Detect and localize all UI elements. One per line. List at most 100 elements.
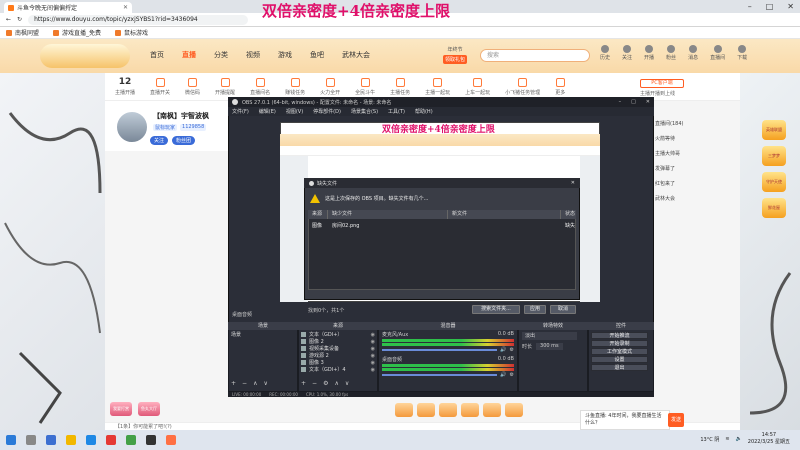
obs-close-button[interactable]: ✕ xyxy=(646,99,650,105)
tab-close-icon[interactable]: ✕ xyxy=(123,4,128,11)
toolbar-item[interactable]: 小飞猪任务管理 xyxy=(505,77,540,96)
badge[interactable]: 英雄联盟 xyxy=(762,120,786,140)
gift-icon[interactable] xyxy=(417,403,435,417)
message-icon[interactable]: 消息 xyxy=(688,45,698,61)
weather[interactable]: 13°C 阴 xyxy=(700,436,719,443)
explorer-icon[interactable] xyxy=(66,435,76,445)
nav-home[interactable]: 首页 xyxy=(150,50,164,60)
move-up-icon[interactable]: ∧ xyxy=(253,380,257,387)
move-down-icon[interactable]: ∨ xyxy=(263,380,267,387)
obs-maximize-button[interactable]: □ xyxy=(631,99,636,105)
start-stream-button[interactable]: 开始推流 xyxy=(591,332,648,339)
toolbar-item[interactable]: 更多 xyxy=(555,77,565,96)
source-item[interactable]: 文本（GDI+）4 ◉ xyxy=(301,366,375,373)
move-up-icon[interactable]: ∧ xyxy=(334,380,338,387)
nav-wulin[interactable]: 武林大会 xyxy=(342,50,370,60)
phone-link[interactable]: 主播开播到上线 xyxy=(640,90,675,97)
nav-game[interactable]: 游戏 xyxy=(278,50,292,60)
start-icon[interactable] xyxy=(6,435,16,445)
bookmark-item[interactable]: 鼠标游戏 xyxy=(115,28,148,37)
fishball-button[interactable]: 鱼丸大厅 xyxy=(138,402,160,416)
duration-input[interactable]: 300 ms xyxy=(536,343,563,350)
add-scene-icon[interactable]: + xyxy=(231,380,236,387)
cancel-button[interactable]: 取消 xyxy=(550,305,576,314)
add-source-icon[interactable]: + xyxy=(301,380,306,387)
app-icon[interactable] xyxy=(106,435,116,445)
bookmark-item[interactable]: 游戏直播_免费 xyxy=(53,28,101,37)
obs-taskbar-icon[interactable] xyxy=(146,435,156,445)
toolbar-item[interactable]: 赚钱任务 xyxy=(285,77,305,96)
douyu-taskbar-icon[interactable] xyxy=(166,435,176,445)
dialog-close-icon[interactable]: ✕ xyxy=(571,180,575,186)
gear-icon[interactable]: ⚙ xyxy=(510,372,514,378)
app-icon[interactable] xyxy=(126,435,136,445)
toolbar-item[interactable]: 主播任务 xyxy=(390,77,410,96)
history-icon[interactable]: 历史 xyxy=(600,45,610,61)
search-icon[interactable] xyxy=(26,435,36,445)
avatar[interactable] xyxy=(115,110,149,144)
gear-icon[interactable]: ⚙ xyxy=(323,380,328,387)
source-item[interactable]: 文本（GDI+） ◉ xyxy=(301,331,375,338)
studio-mode-button[interactable]: 工作室模式 xyxy=(591,348,648,355)
gift-icon[interactable] xyxy=(483,403,501,417)
speaker-icon[interactable]: 🔊 xyxy=(500,347,506,353)
search-input[interactable]: 搜索 xyxy=(480,49,590,62)
source-item[interactable]: 游戏源 2 ◉ xyxy=(301,352,375,359)
minimize-button[interactable]: – xyxy=(748,2,752,11)
nav-yuba[interactable]: 鱼吧 xyxy=(310,50,324,60)
menu-scene-collection[interactable]: 场景集合(S) xyxy=(351,108,378,115)
edge-icon[interactable] xyxy=(46,435,56,445)
nav-category[interactable]: 分类 xyxy=(214,50,228,60)
volume-icon[interactable]: 🔈 xyxy=(736,436,742,442)
badge[interactable]: 鲜花屋 xyxy=(762,198,786,218)
fans-icon[interactable]: 粉丝 xyxy=(666,45,676,61)
menu-file[interactable]: 文件(F) xyxy=(232,108,249,115)
volume-slider[interactable] xyxy=(382,374,498,376)
festival-button[interactable]: 领取礼包 xyxy=(442,55,467,64)
apply-button[interactable]: 应用 xyxy=(524,305,546,314)
menu-view[interactable]: 视图(V) xyxy=(286,108,303,115)
obs-minimize-button[interactable]: – xyxy=(619,99,622,105)
gift-icon[interactable] xyxy=(505,403,523,417)
transition-select[interactable]: 淡出 xyxy=(522,332,577,340)
back-icon[interactable]: ← xyxy=(6,16,11,23)
pc-client-button[interactable]: PC客户端 xyxy=(640,79,684,88)
start-record-button[interactable]: 开始录制 xyxy=(591,340,648,347)
gift-icon[interactable] xyxy=(439,403,457,417)
url-field[interactable]: https://www.douyu.com/topic/yzxjSYBS1?ri… xyxy=(28,14,249,25)
source-item[interactable]: 图像 3 ◉ xyxy=(301,359,375,366)
toolbar-item[interactable]: 火力全开 xyxy=(320,77,340,96)
broadcast-icon[interactable]: 开播 xyxy=(644,45,654,61)
toolbar-item[interactable]: 全民斗牛 xyxy=(355,77,375,96)
settings-button[interactable]: 设置 xyxy=(591,356,648,363)
tip-button[interactable]: 我要打赏 xyxy=(110,402,132,416)
browser-tab[interactable]: 斗鱼今晚无间偏偏捋定 ✕ xyxy=(4,2,132,13)
notification-popup[interactable]: 斗鱼直播: 4年时间，我要直播生活什么？ ... xyxy=(580,410,670,433)
gift-icon[interactable] xyxy=(395,403,413,417)
remove-scene-icon[interactable]: − xyxy=(242,380,247,387)
room-icon[interactable]: 直播间 xyxy=(710,45,725,61)
search-folder-button[interactable]: 搜索文件夹... xyxy=(472,305,520,314)
exit-button[interactable]: 退出 xyxy=(591,364,648,371)
follow-button[interactable]: 关注 xyxy=(150,136,169,145)
fan-club-button[interactable]: 粉丝团 xyxy=(172,136,196,145)
scene-item[interactable]: 场景 xyxy=(231,331,295,338)
move-down-icon[interactable]: ∨ xyxy=(345,380,349,387)
clock[interactable]: 14:57 2022/3/25 星期五 xyxy=(748,432,790,446)
toolbar-item[interactable]: 直播间名 xyxy=(250,77,270,96)
toolbar-item[interactable]: 微信码 xyxy=(185,77,200,96)
nav-live[interactable]: 直播 xyxy=(182,50,196,60)
source-item[interactable]: 视频采集设备 ◉ xyxy=(301,345,375,352)
badge[interactable]: 守护天使 xyxy=(762,172,786,192)
follow-icon[interactable]: 关注 xyxy=(622,45,632,61)
toolbar-item[interactable]: 主播一起玩 xyxy=(425,77,450,96)
menu-tools[interactable]: 工具(T) xyxy=(388,108,405,115)
menu-edit[interactable]: 编辑(E) xyxy=(259,108,276,115)
toolbar-item[interactable]: 开播提醒 xyxy=(215,77,235,96)
menu-docks[interactable]: 停靠部件(D) xyxy=(313,108,341,115)
wifi-icon[interactable]: ≋ xyxy=(725,436,729,442)
source-item[interactable]: 图像 2 ◉ xyxy=(301,338,375,345)
speaker-icon[interactable]: 🔊 xyxy=(500,372,506,378)
refresh-icon[interactable]: ↻ xyxy=(17,16,22,23)
bookmark-item[interactable]: 南枫同盟 xyxy=(6,28,39,37)
